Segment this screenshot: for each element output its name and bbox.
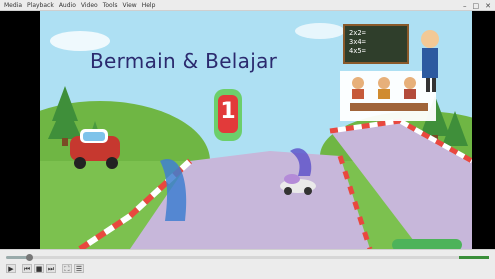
play-icon[interactable]: ▶ [6, 264, 16, 273]
next-icon[interactable]: ⏭ [46, 264, 56, 273]
menu-item-playback[interactable]: Playback [27, 0, 54, 11]
player-controls: ▶ ⏮ ■ ⏭ ⛶ ☰ [0, 249, 495, 279]
chalkboard-line: 4x5= [349, 47, 366, 55]
video-frame: Bermain & Belajar 2x2= 3x4= 4x5= 1 [40, 11, 472, 249]
playlist-icon[interactable]: ☰ [74, 264, 84, 273]
seek-bar[interactable] [6, 254, 472, 261]
menu-bar: Media Playback Audio Video Tools View He… [0, 0, 495, 11]
menu-item-audio[interactable]: Audio [59, 0, 76, 11]
close-icon[interactable]: ✕ [485, 2, 491, 10]
seek-handle[interactable] [26, 254, 34, 261]
stop-icon[interactable]: ■ [34, 264, 44, 273]
chalkboard-line: 3x4= [349, 38, 366, 46]
menu-item-view[interactable]: View [122, 0, 136, 11]
chalkboard-line: 2x2= [349, 29, 366, 37]
menu-item-media[interactable]: Media [4, 0, 22, 11]
volume-bar[interactable] [459, 256, 489, 259]
minimize-icon[interactable]: – [463, 2, 467, 10]
sign-number: 1 [220, 99, 236, 124]
game-scene [40, 11, 472, 249]
cloud [50, 31, 110, 51]
chalkboard-text: 2x2= 3x4= 4x5= [349, 29, 403, 56]
maximize-icon[interactable]: □ [473, 2, 480, 10]
video-area[interactable]: Bermain & Belajar 2x2= 3x4= 4x5= 1 [0, 11, 495, 249]
tree-trunk [62, 138, 68, 146]
fullscreen-icon[interactable]: ⛶ [62, 264, 72, 273]
window-controls: – □ ✕ [463, 0, 491, 11]
menu-item-tools[interactable]: Tools [103, 0, 118, 11]
video-title: Bermain & Belajar [90, 49, 278, 73]
prev-icon[interactable]: ⏮ [22, 264, 32, 273]
cloud [295, 23, 345, 39]
green-button [392, 239, 462, 249]
menu-item-help[interactable]: Help [142, 0, 156, 11]
menu-item-video[interactable]: Video [81, 0, 98, 11]
